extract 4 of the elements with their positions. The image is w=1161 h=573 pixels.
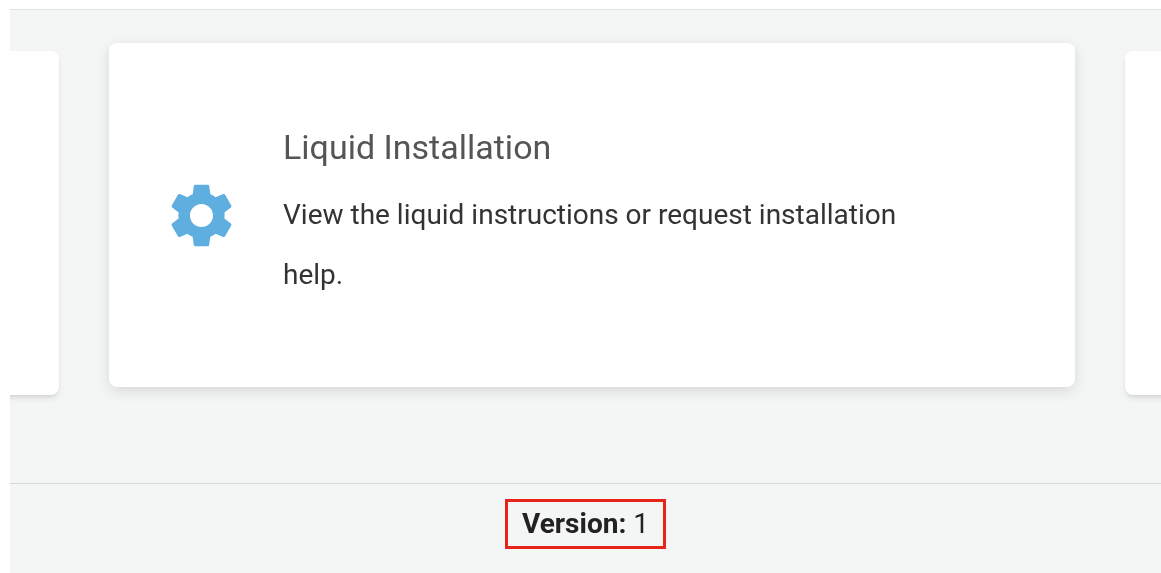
card-description: View the liquid instructions or request installation help. <box>283 197 898 293</box>
card-title: Liquid Installation <box>283 126 553 169</box>
version-label: Version: 1 <box>505 499 666 549</box>
installation-card[interactable]: Liquid Installation View the liquid instructions or request installation help. <box>109 43 1075 387</box>
